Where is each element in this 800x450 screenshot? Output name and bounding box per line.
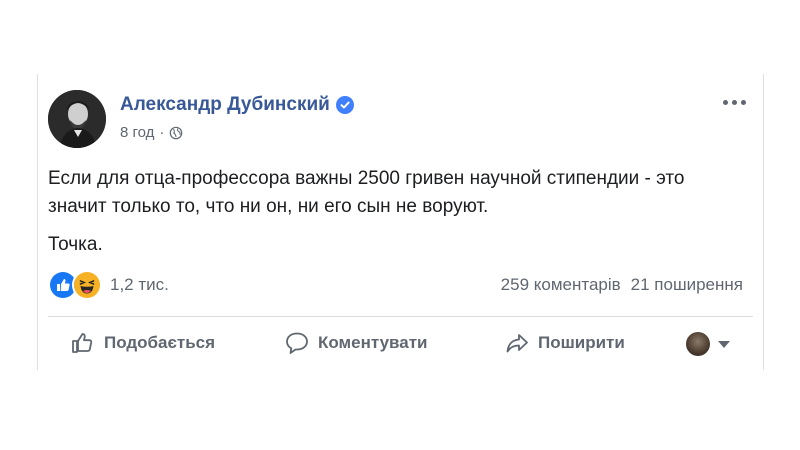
reactions-summary[interactable]: 1,2 тис. [48, 270, 169, 300]
reaction-count: 1,2 тис. [110, 275, 169, 294]
share-button-label: Поширити [538, 333, 625, 352]
user-avatar [686, 332, 710, 356]
chevron-down-icon [718, 340, 730, 348]
author-name-link[interactable]: Александр Дубинский [120, 94, 330, 116]
post-as-selector[interactable] [686, 332, 730, 356]
post-actions-bar: Подобається Коментувати Поширити [38, 324, 763, 362]
author-avatar[interactable] [48, 90, 106, 148]
post-paragraph: Если для отца-профессора важны 2500 грив… [48, 168, 685, 217]
shares-count-link[interactable]: 21 поширення [631, 275, 743, 295]
author-header: Александр Дубинский [120, 94, 354, 116]
globe-icon[interactable] [169, 126, 183, 140]
thumbs-up-icon [72, 333, 93, 353]
share-arrow-icon [506, 334, 528, 353]
haha-reaction-icon [72, 270, 102, 300]
post-body: Если для отца-профессора важны 2500 грив… [48, 165, 748, 259]
like-button[interactable]: Подобається [70, 330, 215, 356]
more-options-icon[interactable] [723, 100, 746, 105]
verified-badge-icon [335, 96, 354, 114]
comments-count-link[interactable]: 259 коментарів [501, 275, 621, 295]
comment-button-label: Коментувати [318, 333, 428, 352]
meta-separator: · [159, 124, 165, 141]
like-button-label: Подобається [104, 333, 216, 352]
comment-bubble-icon [286, 332, 308, 354]
avatar-portrait-image [48, 90, 106, 148]
post-timestamp[interactable]: 8 год [120, 124, 154, 141]
facebook-post-card: Александр Дубинский 8 год · Если для отц… [37, 74, 764, 370]
post-paragraph: Точка. [48, 234, 103, 255]
post-stats: 259 коментарів 21 поширення [501, 275, 743, 295]
comment-button[interactable]: Коментувати [284, 330, 428, 356]
divider [48, 316, 753, 317]
post-meta: 8 год · [120, 124, 183, 141]
share-button[interactable]: Поширити [504, 330, 625, 356]
